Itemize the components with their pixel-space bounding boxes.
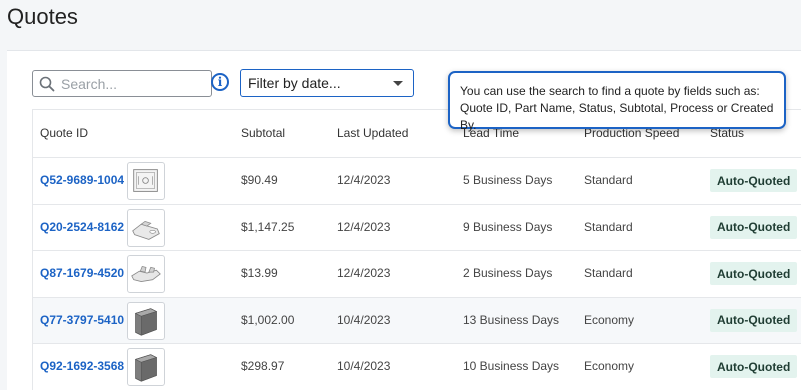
block-part-icon [127,301,165,340]
production-speed-cell: Standard [584,173,633,187]
info-icon[interactable]: i [211,73,229,91]
quotes-panel: i Filter by date... Quote ID Subtotal La… [7,50,801,390]
quotes-table: Quote ID Subtotal Last Updated Lead Time… [32,109,801,390]
production-speed-cell: Economy [584,359,635,373]
search-icon [39,76,55,91]
lead-time-cell: 13 Business Days [463,312,560,327]
subtotal-cell: $298.97 [241,359,285,373]
subtotal-cell: $90.49 [241,173,278,187]
lead-time-cell: 5 Business Days [463,173,553,187]
production-speed-cell: Standard [584,266,633,280]
lead-time-cell: 9 Business Days [463,219,553,234]
table-row[interactable]: Q52-9689-1004 $90.49 12/4/2023 5 Busines… [33,158,801,205]
quote-id-link[interactable]: Q92-1692-3568 [40,359,124,373]
subtotal-cell: $13.99 [241,266,278,280]
production-speed-cell: Standard [584,219,633,234]
tooltip-line-2: Quote ID, Part Name, Status, Subtotal, P… [460,101,774,132]
lead-time-cell: 10 Business Days [463,359,560,373]
lead-time-cell: 2 Business Days [463,266,553,280]
quote-id-link[interactable]: Q20-2524-8162 [40,220,124,234]
production-speed-cell: Economy [584,312,635,327]
last-updated-cell: 12/4/2023 [337,266,391,280]
subtotal-cell: $1,147.25 [241,219,295,234]
search-text-field[interactable] [61,75,201,92]
table-row[interactable]: Q20-2524-8162 $1,147.25 12/4/2023 9 Busi… [33,205,801,251]
status-badge: Auto-Quoted [710,355,798,378]
flat-plate-icon [127,162,165,200]
tooltip-line-1: You can use the search to find a quote b… [460,84,760,98]
table-row[interactable]: Q77-3797-5410 $1,002.00 10/4/2023 13 Bus… [33,297,801,344]
subtotal-cell: $1,002.00 [241,312,295,327]
date-filter-label: Filter by date... [248,75,341,91]
page-title: Quotes [7,4,78,29]
quote-id-link[interactable]: Q87-1679-4520 [40,266,124,280]
block-part-icon [127,348,165,386]
status-badge: Auto-Quoted [710,169,798,192]
header-last-updated[interactable]: Last Updated [337,126,408,140]
date-filter-select[interactable]: Filter by date... [240,69,414,97]
chevron-down-icon [393,80,403,86]
status-badge: Auto-Quoted [710,308,798,332]
search-input[interactable] [32,70,212,97]
quote-id-link[interactable]: Q77-3797-5410 [40,313,124,327]
clip-part-icon [127,255,165,293]
last-updated-cell: 12/4/2023 [337,219,391,234]
status-badge: Auto-Quoted [710,215,798,239]
search-help-tooltip: You can use the search to find a quote b… [448,71,786,132]
last-updated-cell: 10/4/2023 [337,312,391,327]
last-updated-cell: 12/4/2023 [337,173,391,187]
status-badge: Auto-Quoted [710,262,798,285]
bracket-part-icon [127,208,165,247]
table-row[interactable]: Q92-1692-3568 $298.97 10/4/2023 10 Busin… [33,344,801,390]
quote-id-link[interactable]: Q52-9689-1004 [40,173,124,187]
header-quote-id[interactable]: Quote ID [40,126,88,140]
header-subtotal[interactable]: Subtotal [241,126,285,140]
last-updated-cell: 10/4/2023 [337,359,391,373]
table-row[interactable]: Q87-1679-4520 $13.99 12/4/2023 2 Busines… [33,251,801,298]
